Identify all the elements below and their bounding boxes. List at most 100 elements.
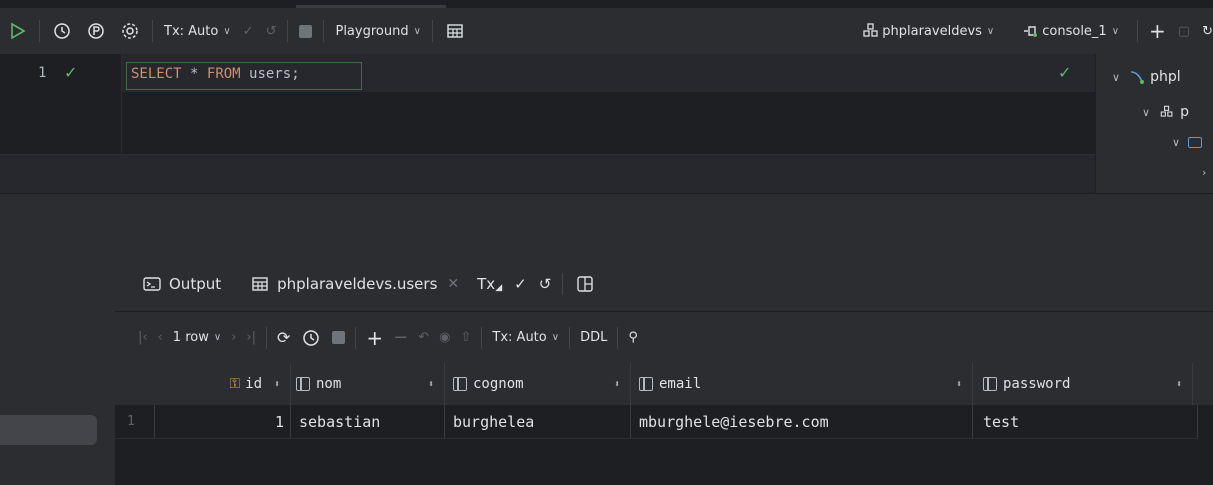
layout-button[interactable]	[568, 269, 608, 299]
cell-password[interactable]: test	[973, 405, 1198, 438]
top-strip	[0, 0, 1213, 8]
playground-dropdown[interactable]: Playground ∨	[329, 17, 426, 45]
sql-statement[interactable]: SELECT * FROM users;	[131, 66, 300, 82]
pin-icon: ⚲	[628, 330, 638, 345]
last-page-button[interactable]: ›|	[241, 324, 261, 352]
datasource-dropdown[interactable]: phplaraveldevs ∨	[854, 17, 1000, 45]
commit-button[interactable]: ✓	[237, 17, 260, 45]
tx-mode-dropdown[interactable]: Tx: Auto ∨	[487, 324, 564, 352]
separator	[569, 326, 571, 349]
row-count-label: 1 row	[172, 330, 209, 345]
line-number: 1	[38, 65, 47, 81]
selected-session-item[interactable]	[0, 415, 97, 445]
separator	[617, 326, 619, 349]
plus-icon: +	[366, 325, 384, 350]
copy-button[interactable]: ▢	[1172, 17, 1196, 45]
arrow-up-icon: ⇧	[460, 330, 472, 345]
page-size-dropdown[interactable]: 1 row ∨	[168, 324, 226, 352]
column-header-cognom[interactable]: cognom ⬍	[445, 363, 631, 405]
history-button[interactable]	[45, 17, 79, 45]
results-tabs: Output phplaraveldevs.users ✕ Tx ◢ ✓ ↺	[115, 257, 1213, 311]
column-header-id[interactable]: ⚿ id ⬍	[155, 363, 291, 405]
table-view-button[interactable]	[438, 17, 472, 45]
row-number-header	[115, 363, 155, 405]
minus-icon: −	[393, 327, 409, 348]
delete-row-button[interactable]: −	[388, 324, 413, 352]
separator	[431, 20, 433, 42]
console-dropdown[interactable]: console_1 ∨	[1014, 17, 1125, 45]
sort-icon[interactable]: ⬍	[956, 379, 962, 390]
chevron-down-icon: ∨	[213, 332, 222, 343]
chevron-down-icon: ∨	[223, 25, 231, 37]
column-header-password[interactable]: password ⬍	[973, 363, 1193, 405]
services-sidebar	[0, 257, 115, 485]
settings-button[interactable]	[113, 17, 147, 45]
column-header-label: email	[659, 376, 702, 392]
cell-email[interactable]: mburghele@iesebre.com	[631, 405, 973, 438]
tx-mode-dropdown[interactable]: Tx: Auto ∨	[158, 17, 237, 45]
tree-node-table[interactable]: ›	[1202, 166, 1213, 179]
tree-node-tables[interactable]: ∨	[1172, 136, 1203, 149]
column-header-email[interactable]: email ⬍	[631, 363, 973, 405]
run-button[interactable]	[0, 17, 34, 45]
prev-page-button[interactable]: ‹	[153, 324, 168, 352]
editor-lower-strip	[0, 155, 1095, 193]
sort-icon[interactable]: ⬍	[274, 379, 280, 390]
rollback-button[interactable]: ↺	[533, 269, 558, 299]
mysql-icon	[1130, 71, 1145, 84]
add-row-button[interactable]: +	[361, 324, 388, 352]
tx-label: Tx	[477, 275, 496, 293]
revert-button[interactable]: ↶	[413, 324, 434, 352]
tab-output[interactable]: Output	[135, 269, 227, 299]
sql-editor[interactable]: 1 ✓ SELECT * FROM users; ✓	[0, 54, 1095, 193]
chevron-down-icon: ∨	[1111, 25, 1120, 37]
last-page-icon: ›|	[246, 330, 256, 345]
cell-cognom[interactable]: burghelea	[445, 405, 631, 438]
cell-nom[interactable]: sebastian	[291, 405, 445, 438]
ddl-label: DDL	[580, 330, 608, 345]
preview-button[interactable]: ◉	[434, 324, 455, 352]
close-icon[interactable]: ✕	[447, 276, 459, 292]
tree-node-schema[interactable]: ∨ p	[1142, 103, 1189, 121]
primary-key-icon: ⚿	[229, 376, 241, 392]
separator	[355, 326, 357, 349]
first-page-button[interactable]: |‹	[133, 324, 153, 352]
cell-id[interactable]: 1	[155, 405, 291, 438]
sort-icon[interactable]: ⬍	[428, 379, 434, 390]
next-page-button[interactable]: ›	[226, 324, 241, 352]
stop-icon	[332, 331, 346, 344]
tx-mode-label: Tx: Auto	[164, 23, 219, 39]
column-icon	[296, 377, 310, 391]
ddl-button[interactable]: DDL	[575, 324, 612, 352]
sort-icon[interactable]: ⬍	[1176, 379, 1182, 390]
stop-button[interactable]	[293, 17, 318, 45]
refresh-button[interactable]: ↻	[1196, 17, 1213, 45]
star-token: *	[190, 66, 199, 82]
column-header-label: id	[245, 376, 262, 392]
column-header-nom[interactable]: nom ⬍	[291, 363, 445, 405]
rollback-button[interactable]: ↺	[260, 17, 283, 45]
table-row[interactable]: 1 1 sebastian burghelea mburghele@iesebr…	[115, 405, 1198, 439]
submit-button[interactable]: ⇧	[456, 324, 477, 352]
database-tree: ∨ phpl ∨ p ∨ ›	[1095, 54, 1213, 193]
console-icon	[1024, 26, 1038, 37]
tab-users-table[interactable]: phplaraveldevs.users ✕	[243, 269, 465, 299]
folder-icon	[1188, 137, 1203, 148]
sort-icon[interactable]: ⬍	[614, 379, 620, 390]
keyword-from: FROM	[206, 66, 241, 82]
column-icon	[453, 377, 467, 391]
chevron-down-icon: ∨	[1172, 136, 1181, 149]
separator	[265, 326, 267, 349]
auto-reload-button[interactable]	[295, 324, 327, 352]
copy-icon: ▢	[1177, 23, 1191, 39]
tx-indicator[interactable]: Tx ◢	[471, 269, 508, 299]
tree-node-label: p	[1180, 104, 1189, 120]
stop-button[interactable]	[327, 324, 350, 352]
parameters-button[interactable]	[79, 17, 113, 45]
commit-button[interactable]: ✓	[508, 269, 533, 299]
reload-button[interactable]: ⟳	[272, 324, 295, 352]
chevron-down-icon: ∨	[1142, 105, 1151, 119]
tree-node-datasource[interactable]: ∨ phpl	[1112, 68, 1181, 86]
add-button[interactable]: +	[1143, 17, 1172, 45]
pin-button[interactable]: ⚲	[623, 324, 643, 352]
